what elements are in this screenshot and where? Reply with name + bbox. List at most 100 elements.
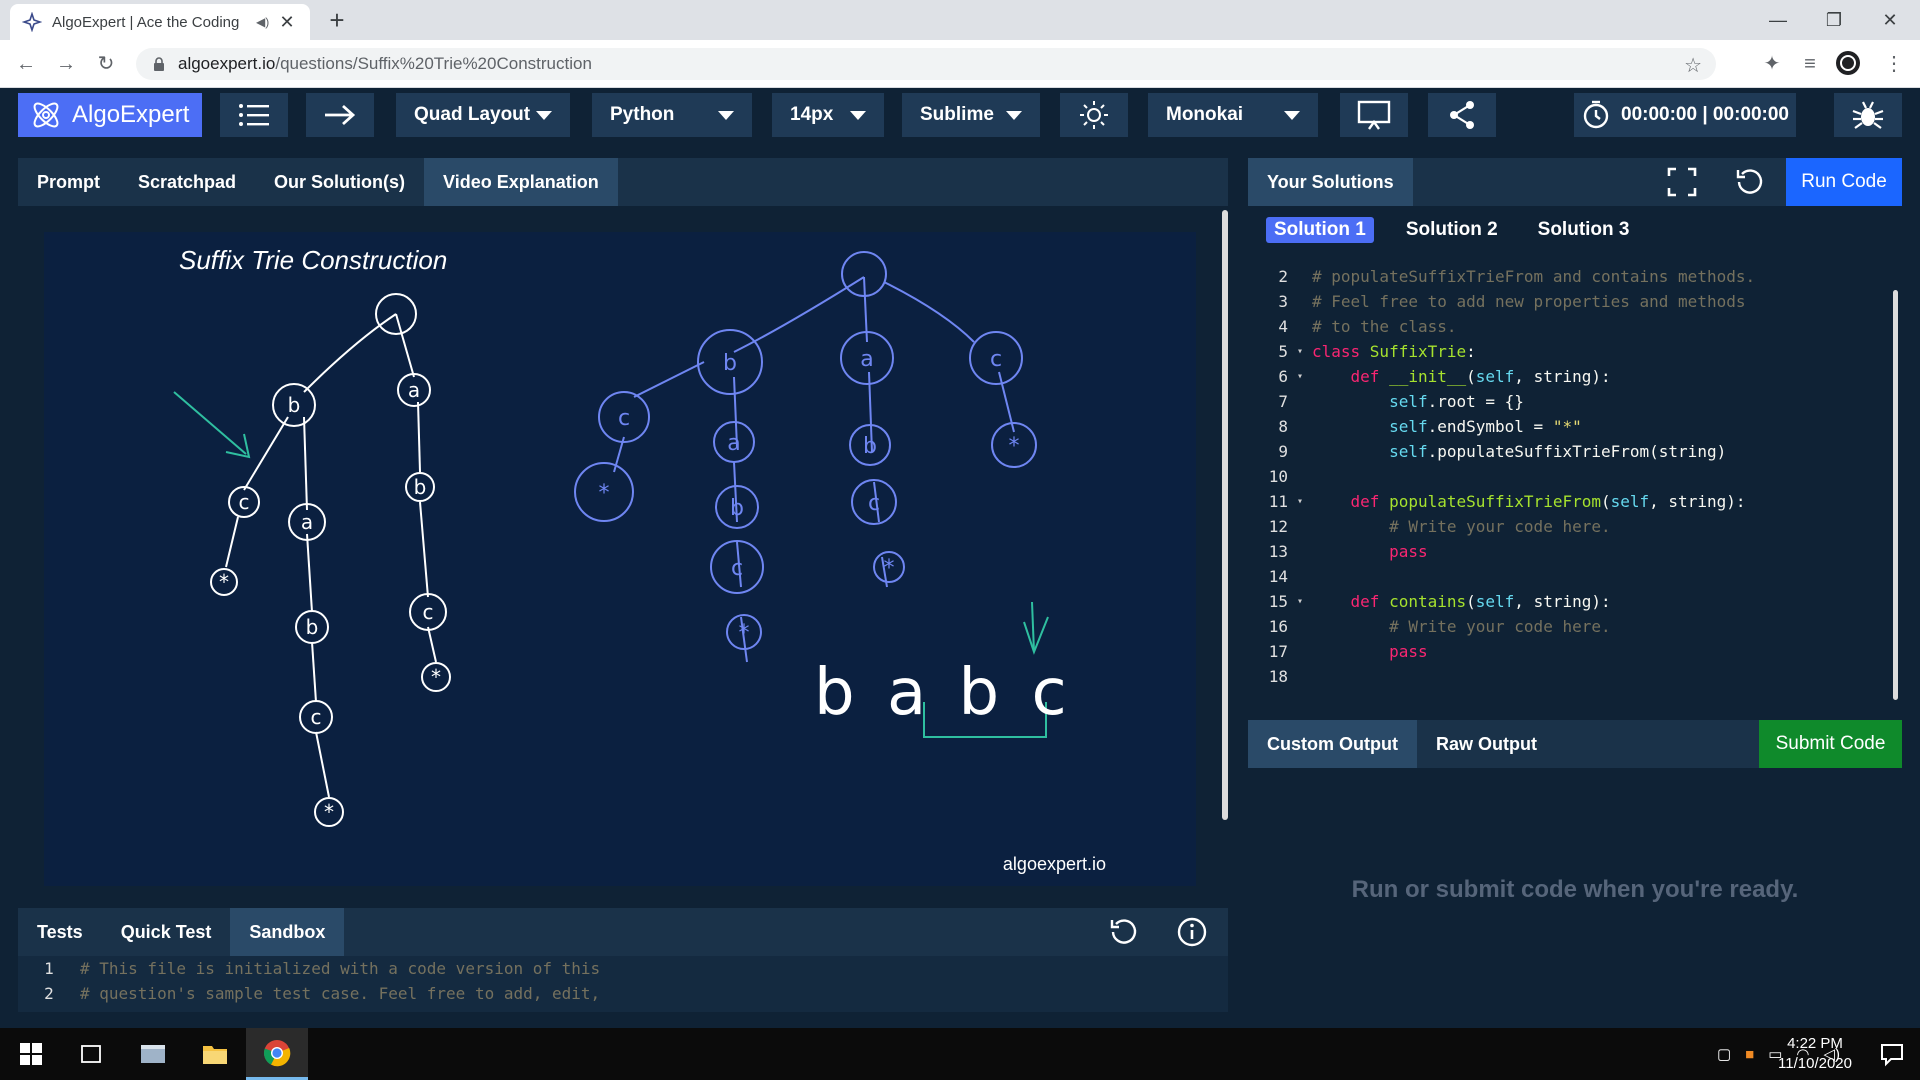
tab-sandbox[interactable]: Sandbox (230, 908, 345, 956)
fold-toggle-icon (1288, 539, 1312, 564)
extensions-icon[interactable]: ✦ (1758, 50, 1786, 78)
tab-audio-icon[interactable]: ◀) (256, 15, 276, 29)
tab-your-solutions[interactable]: Your Solutions (1248, 158, 1413, 206)
trie-end-symbol: * (599, 481, 610, 506)
algoexpert-logo-button[interactable]: AlgoExpert (18, 93, 202, 137)
submit-code-button[interactable]: Submit Code (1759, 720, 1902, 768)
folder-icon[interactable] (184, 1028, 246, 1080)
line-number: 4 (1278, 317, 1288, 336)
trie-end-symbol: * (324, 800, 334, 824)
test-panel-tabs: Tests Quick Test Sandbox (18, 908, 1228, 956)
tab-custom-output[interactable]: Custom Output (1248, 720, 1417, 768)
windows-start-icon[interactable] (0, 1028, 62, 1080)
code-line: 13 pass (1248, 539, 1902, 564)
code-token: def (1350, 367, 1390, 386)
code-line: 11 ▾ def populateSuffixTrieFrom(self, str… (1248, 489, 1902, 514)
fullscreen-icon (1667, 167, 1697, 197)
notifications-icon[interactable] (1878, 1040, 1906, 1068)
layout-dropdown[interactable]: Quad Layout (396, 93, 570, 137)
font-size-dropdown[interactable]: 14px (772, 93, 884, 137)
reload-icon[interactable]: ↻ (90, 48, 122, 80)
line-number: 5 (1278, 342, 1288, 361)
editor-scrollbar[interactable] (1893, 290, 1898, 700)
fold-toggle-icon[interactable]: ▾ (1288, 489, 1312, 514)
back-icon[interactable]: ← (10, 48, 42, 80)
code-token: def (1350, 492, 1390, 511)
forward-icon[interactable]: → (50, 48, 82, 80)
url-domain: algoexpert.io (178, 54, 276, 73)
code-editor[interactable]: 2 # populateSuffixTrieFrom and contains m… (1248, 254, 1902, 702)
code-text: # This file is initialized with a code v… (80, 959, 601, 978)
code-text: # populateSuffixTrieFrom and contains me… (1312, 264, 1755, 289)
color-theme-dropdown[interactable]: Monokai (1148, 93, 1318, 137)
video-panel-scrollbar[interactable] (1222, 210, 1228, 820)
tray-app-icon[interactable]: ■ (1745, 1046, 1754, 1063)
restore-button[interactable]: ❐ (1806, 0, 1862, 40)
tab-close-icon[interactable]: ✕ (276, 12, 298, 33)
algoexpert-logo-icon (33, 102, 59, 128)
chevron-down-icon (718, 110, 734, 120)
tab-solution-2[interactable]: Solution 2 (1398, 217, 1506, 243)
code-token: : (1466, 342, 1476, 361)
trie-node-label: a (860, 347, 873, 372)
fold-toggle-icon[interactable]: ▾ (1288, 339, 1312, 364)
browser-tab[interactable]: AlgoExpert | Ace the Coding ◀) ✕ (10, 4, 310, 40)
trie-node-label: a (408, 378, 420, 402)
code-token: # Write your code here. (1389, 617, 1611, 636)
tab-scratchpad[interactable]: Scratchpad (119, 158, 255, 206)
trie-end-symbol: * (219, 570, 229, 594)
line-number: 2 (44, 984, 54, 1003)
fold-toggle-icon[interactable]: ▾ (1288, 589, 1312, 614)
code-token: , string): (1649, 492, 1746, 511)
code-token: self (1389, 417, 1428, 436)
minimize-button[interactable]: — (1750, 0, 1806, 40)
tab-solution-3[interactable]: Solution 3 (1530, 217, 1638, 243)
run-code-button[interactable]: Run Code (1786, 158, 1902, 206)
new-tab-button[interactable]: + (322, 6, 352, 36)
question-list-button[interactable] (220, 93, 288, 137)
system-clock[interactable]: 4:22 PM 11/10/2020 (1770, 1034, 1860, 1074)
media-control-icon[interactable]: ≡ (1796, 50, 1824, 78)
sandbox-editor[interactable]: 1 # This file is initialized with a code… (18, 956, 1228, 1012)
next-question-button[interactable] (306, 93, 374, 137)
language-dropdown[interactable]: Python (592, 93, 752, 137)
close-window-button[interactable]: ✕ (1862, 0, 1918, 40)
url-bar[interactable]: algoexpert.io/questions/Suffix%20Trie%20… (136, 48, 1716, 80)
code-text: def __init__(self, string): (1312, 364, 1611, 389)
share-button[interactable] (1428, 93, 1496, 137)
lock-icon (154, 57, 164, 71)
line-number: 3 (1278, 292, 1288, 311)
trie-1-labels: b a c a b b c c * * * (219, 378, 441, 824)
tab-video-explanation[interactable]: Video Explanation (424, 158, 618, 206)
theme-toggle-button[interactable] (1060, 93, 1128, 137)
tab-prompt[interactable]: Prompt (18, 158, 119, 206)
tab-our-solutions[interactable]: Our Solution(s) (255, 158, 424, 206)
chrome-menu-icon[interactable]: ⋮ (1880, 50, 1908, 78)
code-token: pass (1389, 642, 1428, 661)
trie-node-label: b (288, 393, 301, 417)
info-button[interactable] (1168, 908, 1216, 956)
reset-sandbox-button[interactable] (1100, 908, 1148, 956)
tab-solution-1[interactable]: Solution 1 (1266, 217, 1374, 243)
tray-app-icon[interactable]: ▢ (1717, 1045, 1731, 1063)
task-view-icon[interactable] (60, 1028, 122, 1080)
timer-button[interactable]: 00:00:00 | 00:00:00 (1574, 93, 1796, 137)
bug-report-button[interactable] (1834, 93, 1902, 137)
video-player[interactable]: Suffix Trie Construction algoexpert.io b (44, 232, 1196, 886)
profile-avatar-icon[interactable] (1834, 50, 1862, 78)
file-explorer-pinned-icon[interactable] (122, 1028, 184, 1080)
fullscreen-button[interactable] (1658, 158, 1706, 206)
present-button[interactable] (1340, 93, 1408, 137)
bookmark-star-icon[interactable]: ☆ (1684, 53, 1702, 78)
fold-toggle-icon (1288, 439, 1312, 464)
tab-quick-test[interactable]: Quick Test (102, 908, 231, 956)
chrome-icon[interactable] (246, 1028, 308, 1080)
tab-tests[interactable]: Tests (18, 908, 102, 956)
keymap-dropdown[interactable]: Sublime (902, 93, 1040, 137)
fold-toggle-icon[interactable]: ▾ (1288, 364, 1312, 389)
tab-raw-output[interactable]: Raw Output (1417, 720, 1556, 768)
reset-code-button[interactable] (1726, 158, 1774, 206)
fold-toggle-icon (1288, 564, 1312, 589)
